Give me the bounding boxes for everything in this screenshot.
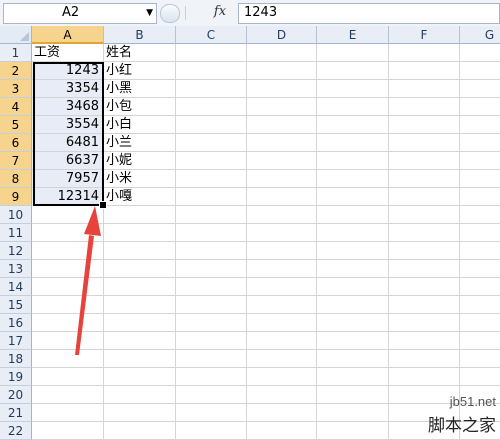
watermark: jb51.net 脚本之家 [410, 392, 500, 437]
arrow-head [84, 206, 101, 236]
watermark-url: jb51.net [449, 394, 496, 409]
arrow-shaft [75, 235, 94, 355]
annotation-arrow-icon [75, 206, 101, 355]
watermark-brand: 脚本之家 [428, 416, 496, 436]
